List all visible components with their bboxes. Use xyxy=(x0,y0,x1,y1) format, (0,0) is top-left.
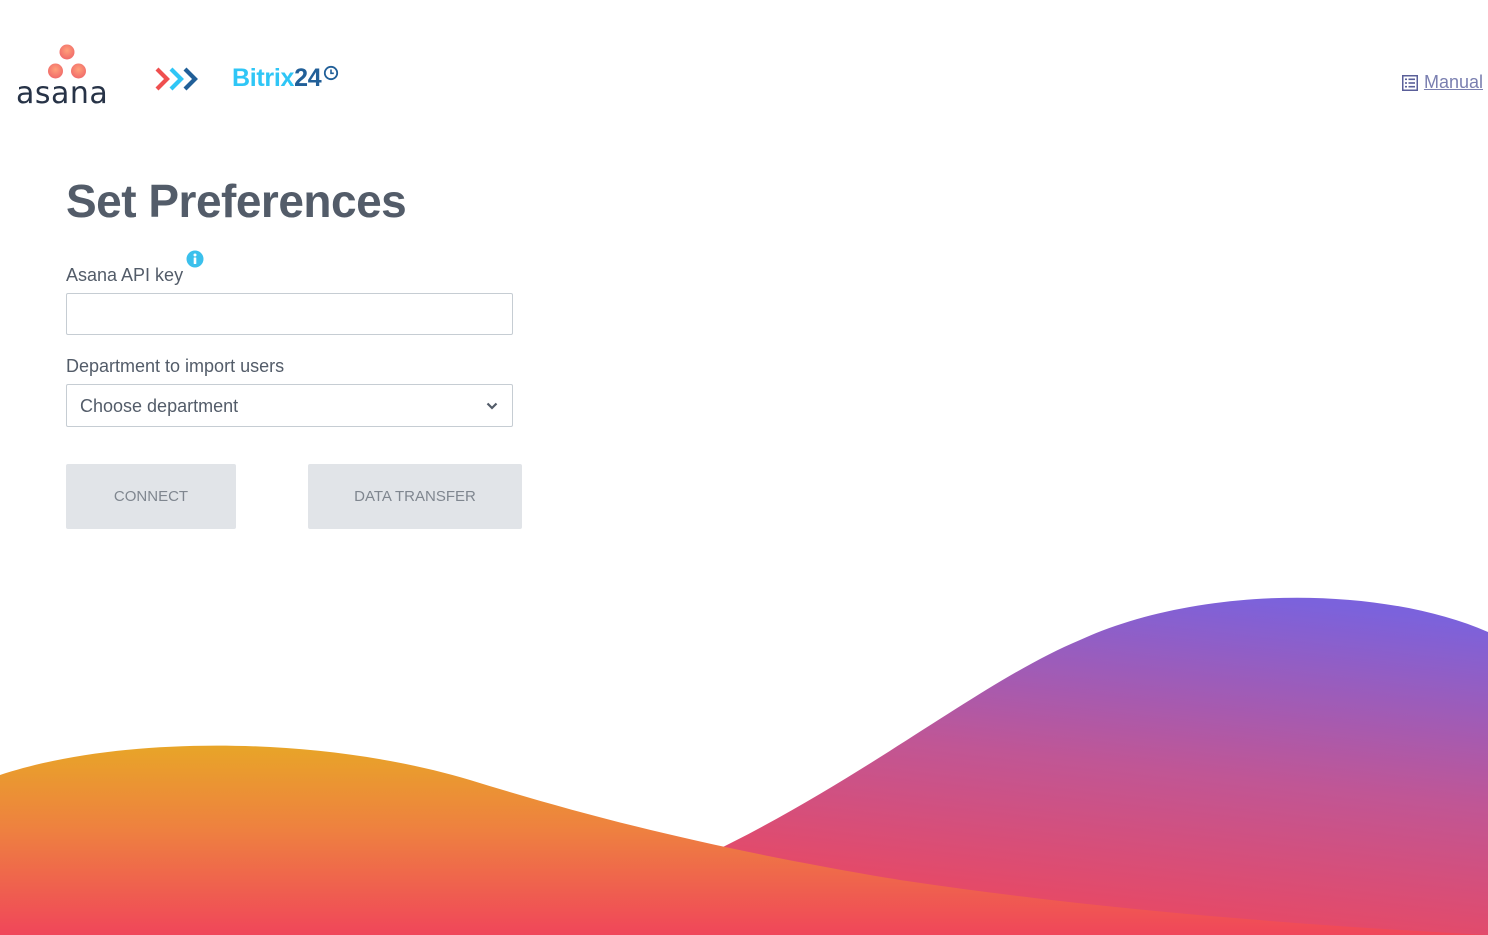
list-book-icon xyxy=(1401,74,1418,91)
triple-chevron-right-icon xyxy=(155,67,198,91)
api-key-input[interactable] xyxy=(66,293,513,335)
department-label: Department to import users xyxy=(66,356,285,376)
bitrix-logo-text: Bitrix xyxy=(232,64,295,92)
manual-link[interactable]: Manual xyxy=(1401,72,1483,93)
page-title: Set Preferences xyxy=(66,175,407,227)
asana-logo: asana xyxy=(14,44,122,116)
asana-dots-icon xyxy=(48,44,86,79)
bitrix-logo-number: 24 xyxy=(294,64,322,92)
department-select[interactable]: Choose department xyxy=(66,384,513,427)
header: asana Bitrix 24 Manual xyxy=(0,0,1488,130)
api-key-label: Asana API key xyxy=(66,250,204,287)
connect-button[interactable]: CONNECT xyxy=(66,464,236,529)
preferences-form: Set Preferences Asana API key Department… xyxy=(66,172,586,529)
page: asana Bitrix 24 Manual Set Preferences A… xyxy=(0,0,1488,935)
chevron-down-icon xyxy=(486,402,498,410)
data-transfer-button[interactable]: DATA TRANSFER xyxy=(308,464,522,529)
department-select-value: Choose department xyxy=(80,396,239,416)
api-key-label-text: Asana API key xyxy=(66,265,184,285)
asana-logo-text: asana xyxy=(16,76,109,111)
bitrix24-logo: Bitrix 24 xyxy=(232,62,339,94)
clock-icon xyxy=(324,65,339,81)
manual-link-label: Manual xyxy=(1423,72,1483,92)
action-buttons: CONNECT DATA TRANSFER xyxy=(66,464,586,529)
info-icon[interactable] xyxy=(186,250,204,268)
